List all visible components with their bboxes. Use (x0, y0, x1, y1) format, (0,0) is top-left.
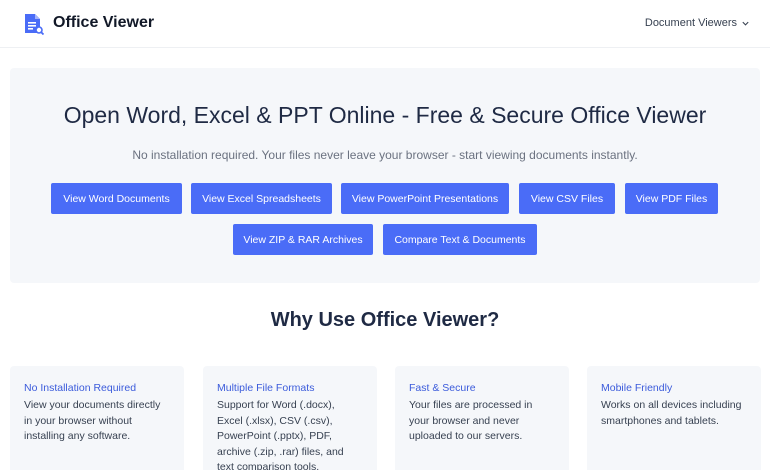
feature-card: No Installation Required View your docum… (10, 366, 184, 470)
view-powerpoint-button[interactable]: View PowerPoint Presentations (341, 183, 509, 214)
why-section-title: Why Use Office Viewer? (270, 309, 500, 331)
chevron-down-icon (742, 21, 749, 26)
view-excel-button[interactable]: View Excel Spreadsheets (191, 183, 332, 214)
site-header: Office Viewer Document Viewers (0, 0, 770, 48)
document-viewers-dropdown[interactable]: Document Viewers (645, 17, 750, 29)
feature-card-text: Your files are processed in your browser… (409, 399, 533, 442)
view-pdf-button[interactable]: View PDF Files (625, 183, 718, 214)
feature-card: Mobile Friendly Works on all devices inc… (587, 366, 761, 470)
feature-card-title: Mobile Friendly (601, 382, 673, 394)
view-zip-rar-button[interactable]: View ZIP & RAR Archives (233, 224, 373, 255)
hero-title: Open Word, Excel & PPT Online - Free & S… (63, 102, 707, 128)
feature-card-text: Support for Word (.docx), Excel (.xlsx),… (217, 399, 344, 470)
feature-card-title: Fast & Secure (409, 382, 476, 394)
document-search-icon[interactable] (22, 13, 44, 35)
hero-subtitle: No installation required. Your files nev… (132, 148, 638, 162)
view-csv-button[interactable]: View CSV Files (519, 183, 615, 214)
feature-card-text: Works on all devices including smartphon… (601, 399, 742, 427)
feature-card: Fast & Secure Your files are processed i… (395, 366, 569, 470)
feature-card: Multiple File Formats Support for Word (… (203, 366, 377, 470)
dropdown-label: Document Viewers (644, 17, 737, 29)
feature-card-text: View your documents directly in your bro… (24, 399, 161, 442)
brand-name[interactable]: Office Viewer (53, 14, 154, 32)
feature-card-title: Multiple File Formats (217, 382, 315, 394)
view-word-button[interactable]: View Word Documents (51, 183, 182, 214)
compare-documents-button[interactable]: Compare Text & Documents (383, 224, 537, 255)
feature-card-title: No Installation Required (24, 382, 137, 394)
